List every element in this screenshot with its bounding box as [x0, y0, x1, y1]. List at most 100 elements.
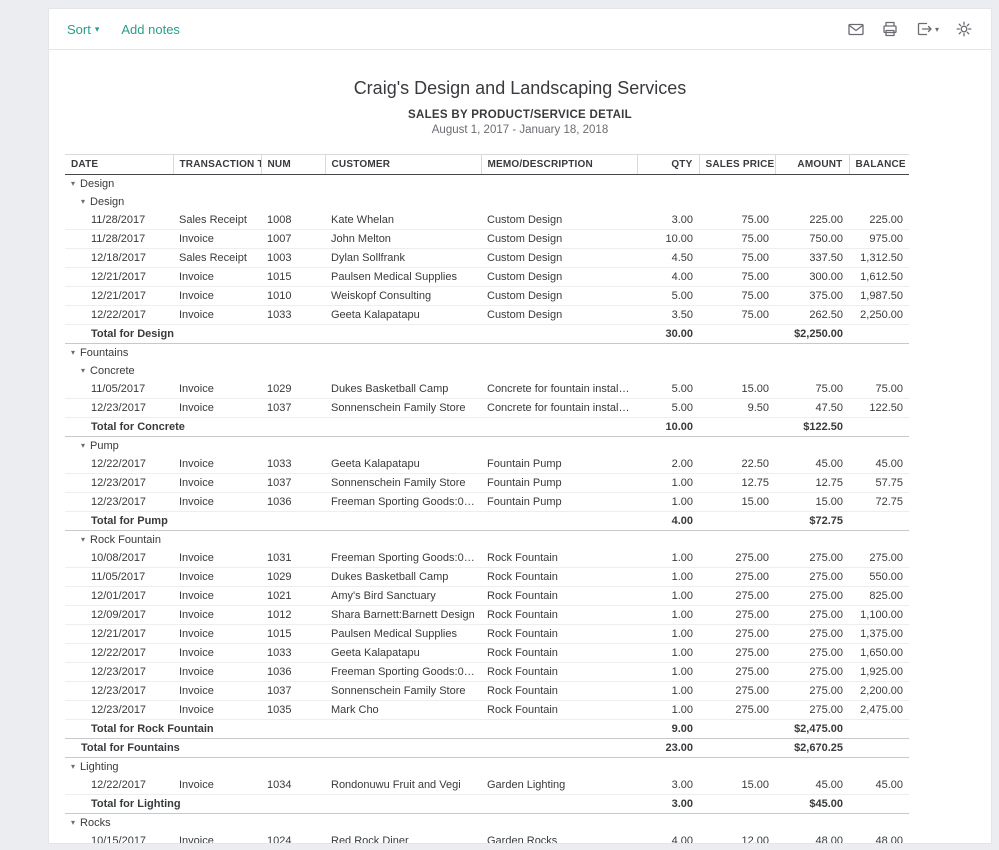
collapse-triangle-icon[interactable]: ▾	[71, 348, 75, 357]
total-row: Total for Fountains 23.00 $2,670.25	[65, 738, 909, 758]
cell-txn_type: Invoice	[173, 662, 261, 682]
transaction-row[interactable]: 11/05/2017 Invoice 1029 Dukes Basketball Ca…	[65, 380, 909, 399]
export-button[interactable]: ▾	[915, 20, 939, 38]
cell-balance: 1,987.50	[849, 286, 909, 306]
transaction-row[interactable]: 12/23/2017 Invoice 1036 Freeman Sporting Go…	[65, 662, 909, 682]
cell-balance: 2,250.00	[849, 305, 909, 325]
cell-date: 12/23/2017	[65, 681, 173, 701]
cell-customer: John Melton	[325, 229, 481, 249]
cell-qty: 3.50	[637, 305, 699, 325]
cell-customer: Mark Cho	[325, 700, 481, 720]
cell-txn_type: Invoice	[173, 549, 261, 568]
transaction-row[interactable]: 12/23/2017 Invoice 1037 Sonnenschein Family…	[65, 681, 909, 701]
cell-balance: 225.00	[849, 211, 909, 230]
sort-label: Sort	[67, 21, 91, 37]
transaction-row[interactable]: 10/15/2017 Invoice 1024 Red Rock Diner Garde…	[65, 832, 909, 843]
cell-customer: Freeman Sporting Goods:096…	[325, 492, 481, 512]
cell-memo: Concrete for fountain installat…	[481, 380, 637, 399]
collapse-triangle-icon[interactable]: ▾	[81, 197, 85, 206]
cell-qty: 1.00	[637, 492, 699, 512]
transaction-row[interactable]: 12/01/2017 Invoice 1021 Amy's Bird Sanctuar…	[65, 586, 909, 606]
collapse-triangle-icon[interactable]: ▾	[71, 179, 75, 188]
cell-amount: 275.00	[775, 643, 849, 663]
cell-num: 1037	[261, 681, 325, 701]
transaction-row[interactable]: 12/09/2017 Invoice 1012 Shara Barnett:Barne…	[65, 605, 909, 625]
cell-sales_price: 275.00	[699, 662, 775, 682]
cell-txn_type: Invoice	[173, 605, 261, 625]
sort-button[interactable]: Sort ▾	[67, 22, 99, 37]
transaction-row[interactable]: 11/28/2017 Invoice 1007 John Melton Custom D…	[65, 229, 909, 249]
transaction-row[interactable]: 12/23/2017 Invoice 1036 Freeman Sporting Go…	[65, 492, 909, 512]
transaction-row[interactable]: 12/23/2017 Invoice 1035 Mark Cho Rock Founta…	[65, 700, 909, 720]
cell-customer: Shara Barnett:Barnett Design	[325, 605, 481, 625]
email-button[interactable]	[847, 20, 865, 38]
column-header-num: NUM	[260, 154, 325, 175]
cell-balance: 2,200.00	[849, 681, 909, 701]
transaction-row[interactable]: 12/22/2017 Invoice 1033 Geeta Kalapatapu Fou…	[65, 455, 909, 474]
group-row: ▾ Lighting	[65, 758, 909, 777]
transaction-row[interactable]: 12/22/2017 Invoice 1033 Geeta Kalapatapu Cus…	[65, 305, 909, 325]
total-amount: $122.50	[775, 417, 849, 437]
transaction-row[interactable]: 12/23/2017 Invoice 1037 Sonnenschein Family…	[65, 398, 909, 418]
collapse-triangle-icon[interactable]: ▾	[71, 818, 75, 827]
total-row: Total for Design 30.00 $2,250.00	[65, 324, 909, 344]
cell-amount: 45.00	[775, 455, 849, 474]
total-amount: $45.00	[775, 794, 849, 814]
transaction-row[interactable]: 10/08/2017 Invoice 1031 Freeman Sporting Go…	[65, 549, 909, 568]
transaction-row[interactable]: 11/05/2017 Invoice 1029 Dukes Basketball Ca…	[65, 567, 909, 587]
cell-amount: 275.00	[775, 567, 849, 587]
cell-txn_type: Sales Receipt	[173, 211, 261, 230]
cell-num: 1036	[261, 492, 325, 512]
cell-balance: 75.00	[849, 380, 909, 399]
cell-empty	[849, 719, 909, 739]
cell-sales_price: 75.00	[699, 286, 775, 306]
cell-num: 1008	[261, 211, 325, 230]
cell-customer: Freeman Sporting Goods:096…	[325, 662, 481, 682]
transaction-row[interactable]: 12/21/2017 Invoice 1010 Weiskopf Consulting…	[65, 286, 909, 306]
print-button[interactable]	[881, 20, 899, 38]
cell-amount: 750.00	[775, 229, 849, 249]
cell-num: 1015	[261, 267, 325, 287]
cell-date: 12/21/2017	[65, 267, 173, 287]
transaction-row[interactable]: 12/23/2017 Invoice 1037 Sonnenschein Family…	[65, 473, 909, 493]
group-row: ▾ Fountains	[65, 344, 909, 363]
transaction-row[interactable]: 12/22/2017 Invoice 1033 Geeta Kalapatapu Roc…	[65, 643, 909, 663]
cell-amount: 12.75	[775, 473, 849, 493]
total-row: Total for Concrete 10.00 $122.50	[65, 417, 909, 437]
cell-date: 12/23/2017	[65, 662, 173, 682]
cell-balance: 550.00	[849, 567, 909, 587]
add-notes-button[interactable]: Add notes	[121, 22, 180, 37]
email-icon	[848, 23, 864, 36]
cell-memo: Rock Fountain	[481, 624, 637, 644]
collapse-triangle-icon[interactable]: ▾	[81, 535, 85, 544]
collapse-triangle-icon[interactable]: ▾	[81, 441, 85, 450]
collapse-triangle-icon[interactable]: ▾	[71, 762, 75, 771]
cell-amount: 375.00	[775, 286, 849, 306]
cell-sales_price: 12.75	[699, 473, 775, 493]
collapse-triangle-icon[interactable]: ▾	[81, 366, 85, 375]
settings-button[interactable]	[955, 20, 973, 38]
cell-txn_type: Invoice	[173, 776, 261, 795]
total-amount: $2,250.00	[775, 324, 849, 344]
cell-qty: 1.00	[637, 473, 699, 493]
cell-empty	[699, 324, 775, 344]
cell-qty: 1.00	[637, 549, 699, 568]
cell-customer: Paulsen Medical Supplies	[325, 267, 481, 287]
cell-amount: 275.00	[775, 549, 849, 568]
transaction-row[interactable]: 12/21/2017 Invoice 1015 Paulsen Medical Sup…	[65, 624, 909, 644]
cell-date: 12/21/2017	[65, 624, 173, 644]
transaction-row[interactable]: 12/21/2017 Invoice 1015 Paulsen Medical Sup…	[65, 267, 909, 287]
transaction-row[interactable]: 11/28/2017 Sales Receipt 1008 Kate Whelan Cu…	[65, 211, 909, 230]
cell-num: 1035	[261, 700, 325, 720]
cell-memo: Fountain Pump	[481, 492, 637, 512]
cell-balance: 975.00	[849, 229, 909, 249]
cell-memo: Custom Design	[481, 211, 637, 230]
column-header-memo: MEMO/DESCRIPTION	[480, 154, 637, 175]
transaction-row[interactable]: 12/18/2017 Sales Receipt 1003 Dylan Sollfra…	[65, 248, 909, 268]
cell-num: 1029	[261, 380, 325, 399]
cell-memo: Fountain Pump	[481, 473, 637, 493]
cell-customer: Sonnenschein Family Store	[325, 398, 481, 418]
cell-qty: 1.00	[637, 700, 699, 720]
transaction-row[interactable]: 12/22/2017 Invoice 1034 Rondonuwu Fruit and…	[65, 776, 909, 795]
cell-balance: 72.75	[849, 492, 909, 512]
